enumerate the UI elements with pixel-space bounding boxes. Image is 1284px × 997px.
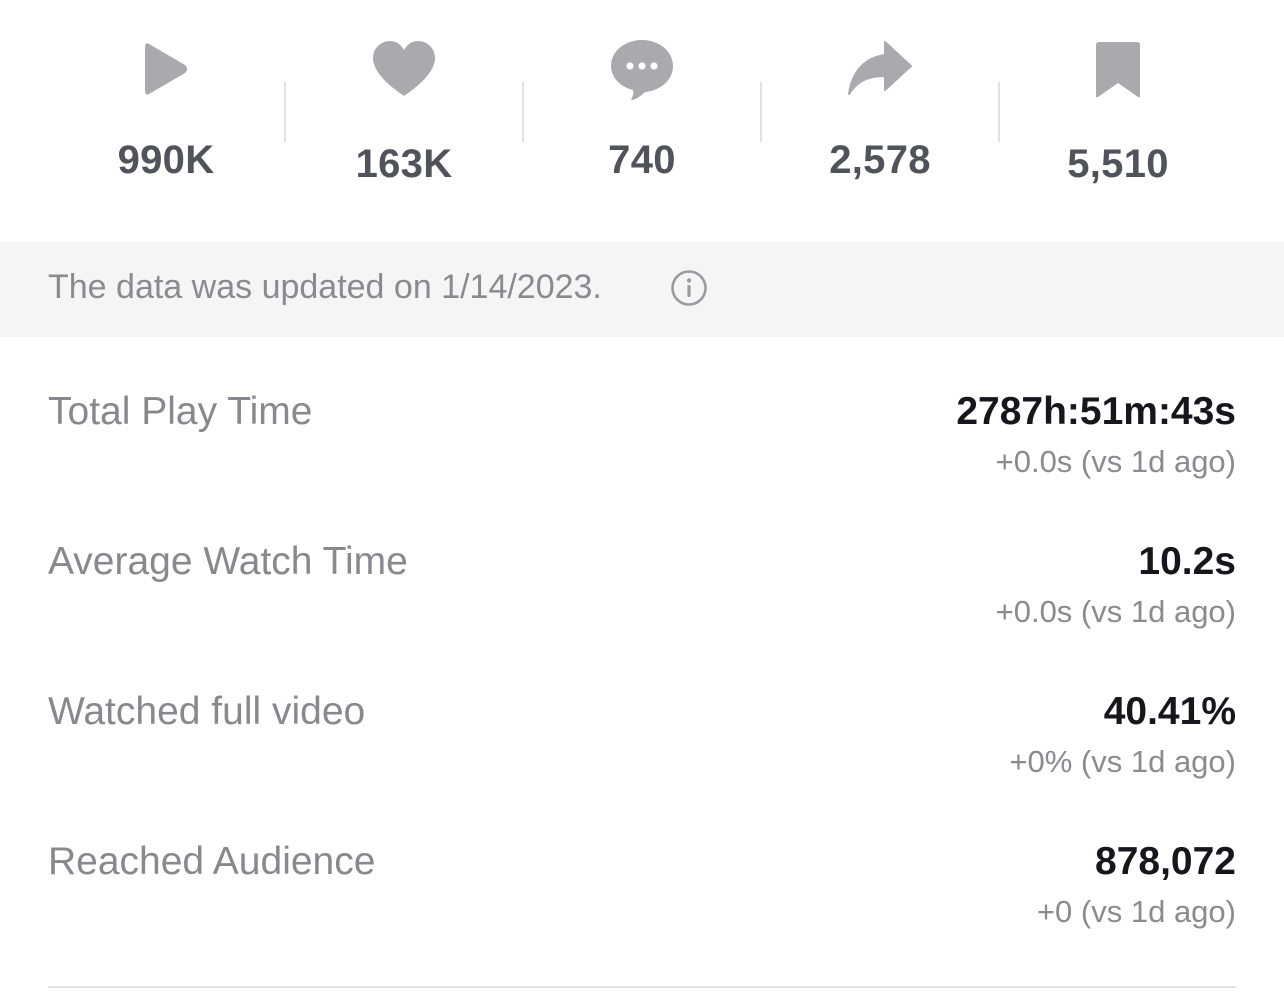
metric-label: Average Watch Time	[48, 540, 408, 583]
metric-label: Reached Audience	[48, 840, 376, 883]
metric-value: 2787h:51m:43s	[956, 390, 1236, 433]
engagement-stats: 990K 163K 740 2,578 5,510	[0, 0, 1284, 242]
stat-likes-value: 163K	[355, 142, 453, 186]
metric-delta: +0 (vs 1d ago)	[1036, 894, 1236, 929]
share-icon	[845, 36, 915, 102]
stat-comments[interactable]: 740	[523, 0, 761, 242]
stat-saves-value: 5,510	[1067, 142, 1169, 186]
metric-delta: +0% (vs 1d ago)	[1009, 744, 1236, 779]
section-divider	[48, 986, 1236, 988]
metric-label: Watched full video	[48, 690, 366, 733]
data-updated-text: The data was updated on 1/14/2023.	[48, 268, 602, 306]
play-icon	[131, 36, 201, 102]
metric-value: 40.41%	[1103, 690, 1236, 733]
metric-delta: +0.0s (vs 1d ago)	[995, 594, 1236, 629]
metric-value: 10.2s	[1138, 540, 1236, 583]
metric-watched-full-video: Watched full video 40.41% +0% (vs 1d ago…	[0, 690, 1284, 840]
metric-delta: +0.0s (vs 1d ago)	[995, 444, 1236, 479]
stat-shares[interactable]: 2,578	[761, 0, 999, 242]
metric-label: Total Play Time	[48, 390, 313, 433]
bookmark-icon	[1083, 36, 1153, 102]
stat-views-value: 990K	[117, 138, 215, 182]
data-updated-notice: The data was updated on 1/14/2023.	[0, 242, 1284, 337]
heart-icon	[369, 36, 439, 102]
stat-shares-value: 2,578	[829, 138, 931, 182]
stat-views[interactable]: 990K	[47, 0, 285, 242]
stat-comments-value: 740	[608, 138, 676, 182]
metric-total-play-time: Total Play Time 2787h:51m:43s +0.0s (vs …	[0, 390, 1284, 540]
info-icon[interactable]	[670, 269, 708, 307]
comment-icon	[607, 36, 677, 102]
metric-value: 878,072	[1095, 840, 1236, 883]
metric-average-watch-time: Average Watch Time 10.2s +0.0s (vs 1d ag…	[0, 540, 1284, 690]
stat-saves[interactable]: 5,510	[999, 0, 1237, 242]
stat-likes[interactable]: 163K	[285, 0, 523, 242]
metric-reached-audience: Reached Audience 878,072 +0 (vs 1d ago)	[0, 840, 1284, 990]
